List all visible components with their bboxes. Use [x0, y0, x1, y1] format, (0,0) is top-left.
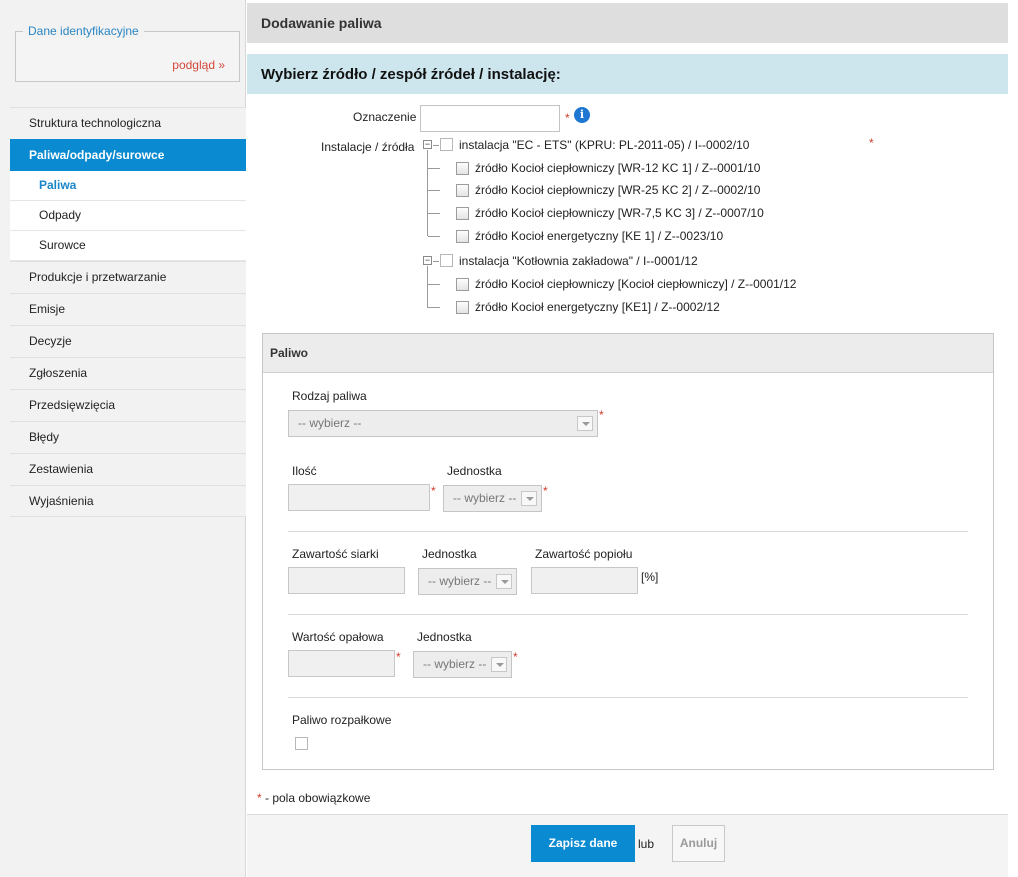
jednostka-label: Jednostka [447, 464, 502, 478]
required-mark: * [396, 650, 401, 664]
section-title: Wybierz źródło / zespół źródeł / instala… [247, 54, 1008, 94]
sulfur-content-input[interactable] [288, 567, 405, 594]
tree-source: źródło Kocioł ciepłowniczy [WR-12 KC 1] … [475, 161, 761, 175]
required-mark: * [513, 650, 518, 664]
required-mark: * [543, 484, 548, 498]
source-checkbox[interactable] [456, 184, 469, 197]
identification-legend: Dane identyfikacyjne [23, 24, 144, 38]
paliwo-rozpalkowe-label: Paliwo rozpałkowe [292, 713, 392, 727]
sidebar-item-struktura[interactable]: Struktura technologiczna [10, 107, 246, 139]
installation-checkbox[interactable] [440, 254, 453, 267]
chevron-down-icon [577, 416, 593, 431]
required-fields-text: - pola obowiązkowe [261, 791, 371, 805]
source-checkbox[interactable] [456, 230, 469, 243]
ash-content-input[interactable] [531, 567, 638, 594]
calorific-unit-select[interactable]: -- wybierz -- [413, 651, 512, 678]
sidebar-item-decyzje[interactable]: Decyzje [10, 325, 246, 357]
tree-source: źródło Kocioł energetyczny [KE1] / Z--00… [475, 300, 720, 314]
quantity-unit-select[interactable]: -- wybierz -- [443, 485, 542, 512]
save-button[interactable]: Zapisz dane [531, 825, 635, 862]
tree-source: źródło Kocioł ciepłowniczy [WR-25 KC 2] … [475, 183, 761, 197]
page-title: Dodawanie paliwa [247, 3, 1008, 43]
fuel-type-value: -- wybierz -- [298, 416, 362, 430]
tree-collapse-icon[interactable]: − [423, 140, 432, 149]
ilosc-label: Ilość [292, 464, 317, 478]
chevron-down-icon [491, 657, 507, 672]
required-mark: * [565, 111, 570, 125]
oznaczenie-input[interactable] [420, 105, 560, 132]
sidebar-item-paliwa-odpady-surowce[interactable]: Paliwa/odpady/surowce [10, 139, 246, 171]
calorific-unit-value: -- wybierz -- [423, 657, 487, 671]
required-mark: * [869, 136, 874, 150]
zawartosc-popiolu-label: Zawartość popiołu [535, 547, 633, 561]
required-fields-note: * - pola obowiązkowe [257, 791, 370, 805]
required-mark: * [599, 408, 604, 422]
chevron-down-icon [496, 574, 512, 589]
sidebar-menu: Struktura technologiczna Paliwa/odpady/s… [10, 107, 246, 517]
source-checkbox[interactable] [456, 207, 469, 220]
sidebar-item-produkcje[interactable]: Produkcje i przetwarzanie [10, 261, 246, 293]
tree-collapse-icon[interactable]: − [423, 256, 432, 265]
fuel-panel: Paliwo Rodzaj paliwa -- wybierz -- * Ilo… [262, 333, 994, 770]
divider [288, 697, 968, 698]
sidebar: Dane identyfikacyjne podgląd » Struktura… [0, 0, 246, 877]
sulfur-unit-value: -- wybierz -- [428, 574, 492, 588]
sidebar-subitem-odpady[interactable]: Odpady [10, 201, 246, 231]
sulfur-unit-select[interactable]: -- wybierz -- [418, 568, 517, 595]
quantity-unit-value: -- wybierz -- [453, 491, 517, 505]
quantity-input[interactable] [288, 484, 430, 511]
rodzaj-paliwa-label: Rodzaj paliwa [292, 389, 367, 403]
info-icon[interactable]: i [574, 107, 590, 123]
instalacje-label: Instalacje / źródła [321, 140, 415, 154]
jednostka-label: Jednostka [422, 547, 477, 561]
tree-source: źródło Kocioł energetyczny [KE 1] / Z--0… [475, 229, 724, 243]
sidebar-subitem-surowce[interactable]: Surowce [10, 231, 246, 261]
sidebar-item-wyjasnienia[interactable]: Wyjaśnienia [10, 485, 246, 517]
source-checkbox[interactable] [456, 278, 469, 291]
required-mark: * [431, 484, 436, 498]
divider [288, 531, 968, 532]
sidebar-item-emisje[interactable]: Emisje [10, 293, 246, 325]
sidebar-item-zgloszenia[interactable]: Zgłoszenia [10, 357, 246, 389]
fuel-type-select[interactable]: -- wybierz -- [288, 410, 598, 437]
sidebar-item-przedsiewziecia[interactable]: Przedsięwzięcia [10, 389, 246, 421]
chevron-down-icon [521, 491, 537, 506]
sidebar-item-zestawienia[interactable]: Zestawienia [10, 453, 246, 485]
preview-link[interactable]: podgląd » [172, 58, 225, 72]
source-checkbox[interactable] [456, 301, 469, 314]
sidebar-item-bledy[interactable]: Błędy [10, 421, 246, 453]
percent-unit: [%] [641, 570, 659, 584]
ignition-fuel-checkbox[interactable] [295, 737, 308, 750]
jednostka-label: Jednostka [417, 630, 472, 644]
source-checkbox[interactable] [456, 162, 469, 175]
tree-source: źródło Kocioł ciepłowniczy [Kocioł ciepł… [475, 277, 797, 291]
panel-title: Paliwo [263, 334, 993, 373]
sidebar-subitem-paliwa[interactable]: Paliwa [10, 171, 246, 201]
zawartosc-siarki-label: Zawartość siarki [292, 547, 379, 561]
tree-installation-2: instalacja "Kotłownia zakładowa" / I--00… [459, 254, 698, 268]
tree-source: źródło Kocioł ciepłowniczy [WR-7,5 KC 3]… [475, 206, 764, 220]
calorific-value-input[interactable] [288, 650, 395, 677]
oznaczenie-label: Oznaczenie [353, 110, 417, 124]
cancel-button[interactable]: Anuluj [672, 825, 725, 862]
or-label: lub [638, 837, 655, 851]
tree-installation-1: instalacja "EC - ETS" (KPRU: PL-2011-05)… [459, 138, 750, 152]
main-content: Dodawanie paliwa Wybierz źródło / zespół… [247, 0, 1018, 877]
installation-checkbox[interactable] [440, 138, 453, 151]
divider [288, 614, 968, 615]
wartosc-opalowa-label: Wartość opałowa [292, 630, 384, 644]
identification-box: Dane identyfikacyjne podgląd » [15, 24, 240, 82]
